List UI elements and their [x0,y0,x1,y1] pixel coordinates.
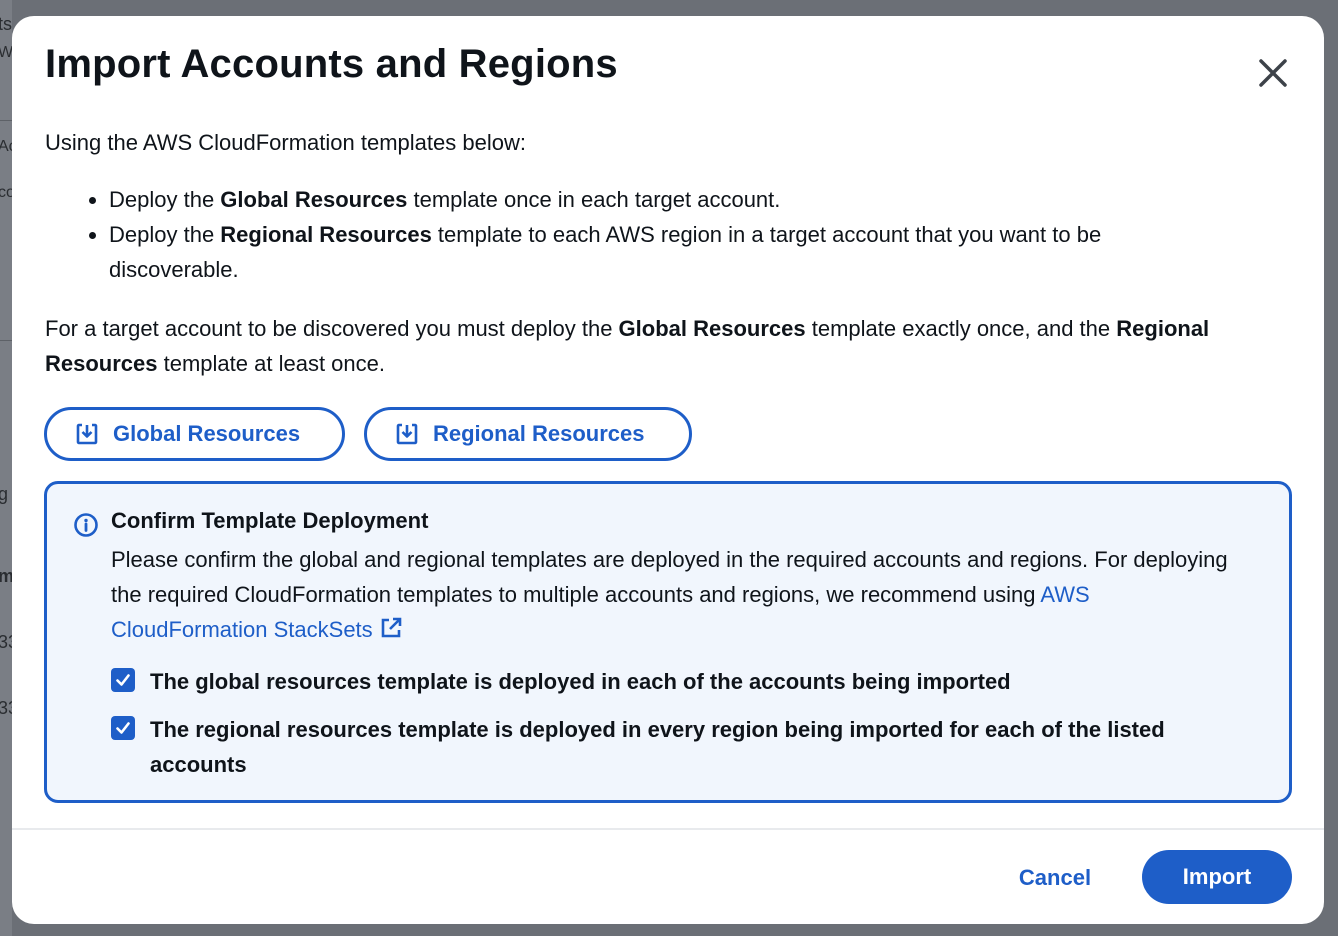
global-confirm-row: The global resources template is deploye… [111,664,1250,699]
background-page: ts W Ac co g m 33 33 [0,0,12,936]
background-divider [0,340,12,341]
background-text: 33 [0,698,12,718]
bullet-bold-text: Global Resources [220,187,408,212]
bullet-text: Deploy the [109,222,221,247]
background-text: W [0,44,12,61]
paragraph-text: template at least once. [157,351,385,376]
background-text: g [0,484,9,504]
background-text: ts [0,14,12,34]
background-text: co [0,184,12,201]
intro-text: Using the AWS CloudFormation templates b… [45,130,526,155]
list-item: Deploy the Regional Resources template t… [109,217,1165,287]
cancel-button[interactable]: Cancel [996,856,1114,900]
alert-message: Please confirm the global and regional t… [111,542,1251,647]
paragraph-bold-text: Global Resources [618,316,806,341]
bullet-text: template once in each target account. [407,187,781,212]
instruction-list: Deploy the Global Resources template onc… [45,182,1165,287]
download-icon [396,423,418,445]
footer-divider [12,828,1324,830]
regional-confirm-row: The regional resources template is deplo… [111,712,1250,782]
close-button[interactable] [1252,52,1294,94]
bullet-bold-text: Regional Resources [220,222,432,247]
alert-title: Confirm Template Deployment [111,508,429,533]
requirement-paragraph: For a target account to be discovered yo… [45,311,1295,381]
download-icon [76,423,98,445]
background-text: m [0,566,12,586]
list-item: Deploy the Global Resources template onc… [109,182,1165,217]
checkbox-label: The regional resources template is deplo… [150,717,1165,777]
button-label: Global Resources [113,421,301,446]
download-global-resources-button[interactable]: Global Resources [44,407,345,461]
import-button[interactable]: Import [1142,850,1292,904]
button-label: Regional Resources [433,421,645,446]
close-icon [1259,59,1287,87]
background-divider [0,120,12,121]
info-icon [74,513,98,537]
import-dialog: Import Accounts and Regions Using the AW… [12,16,1324,924]
paragraph-text: For a target account to be discovered yo… [45,316,619,341]
checkbox-label: The global resources template is deploye… [150,669,1011,694]
checkmark-icon [116,722,130,734]
download-regional-resources-button[interactable]: Regional Resources [364,407,692,461]
info-alert: Confirm Template Deployment Please confi… [44,481,1292,803]
dialog-title: Import Accounts and Regions [45,42,618,86]
background-text: Ac [0,138,12,155]
checkmark-icon [116,674,130,686]
regional-confirm-checkbox[interactable] [111,716,135,740]
paragraph-text: template exactly once, and the [805,316,1117,341]
external-link-icon [381,617,401,638]
global-confirm-checkbox[interactable] [111,668,135,692]
bullet-text: Deploy the [109,187,221,212]
background-text: 33 [0,632,12,652]
